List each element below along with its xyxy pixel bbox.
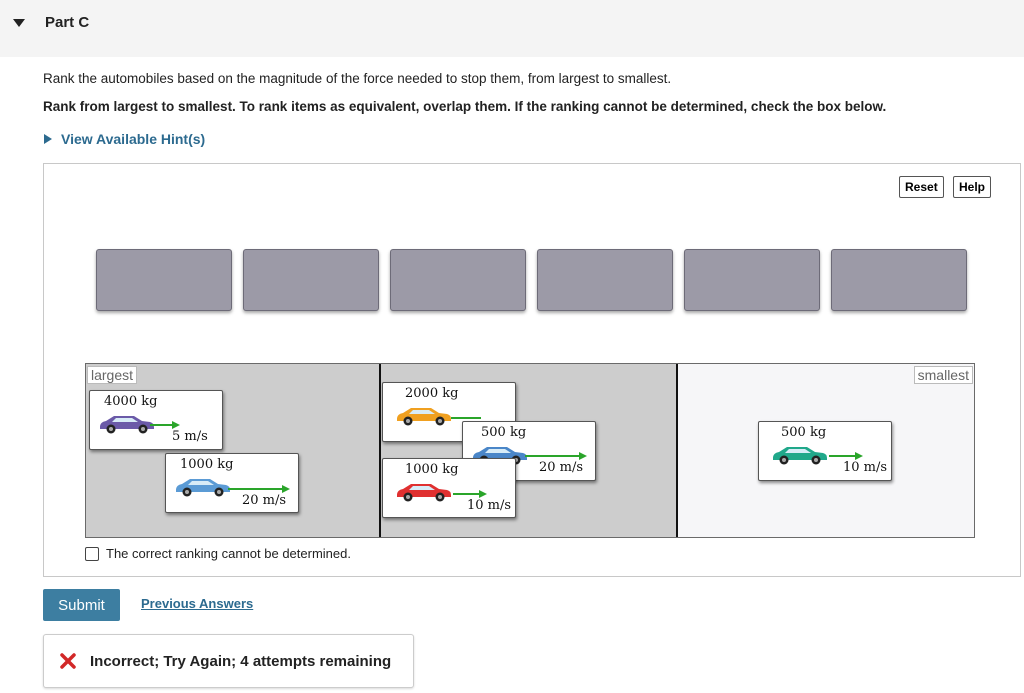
car-icon xyxy=(397,408,451,426)
velocity-arrow-icon xyxy=(453,490,487,498)
view-hints-link[interactable]: View Available Hint(s) xyxy=(43,131,205,147)
car-speed: 20 m/s xyxy=(242,493,287,508)
reset-button[interactable]: Reset xyxy=(899,176,944,198)
car-mass: 1000 kg xyxy=(180,457,234,472)
empty-slot[interactable] xyxy=(537,249,673,311)
car-speed: 5 m/s xyxy=(172,429,208,444)
empty-slot[interactable] xyxy=(96,249,232,311)
empty-slot[interactable] xyxy=(684,249,820,311)
instruction-text: Rank from largest to smallest. To rank i… xyxy=(43,99,887,114)
cannot-determine-checkbox[interactable] xyxy=(85,546,99,561)
cannot-determine-label: The correct ranking cannot be determined… xyxy=(106,546,351,561)
car-icon xyxy=(100,416,154,434)
ranking-workspace: Reset Help largest smallest 4000 kg 5 m/… xyxy=(43,163,1021,577)
car-card[interactable]: 4000 kg 5 m/s xyxy=(89,390,223,450)
previous-answers-link[interactable]: Previous Answers xyxy=(141,596,253,611)
velocity-arrow-icon xyxy=(525,452,587,460)
car-card[interactable]: 1000 kg 10 m/s xyxy=(382,458,516,518)
empty-slot[interactable] xyxy=(390,249,526,311)
car-speed: 10 m/s xyxy=(843,460,888,475)
smallest-label: smallest xyxy=(913,366,973,384)
car-speed: 10 m/s xyxy=(467,498,512,513)
car-mass: 4000 kg xyxy=(104,394,158,409)
car-icon xyxy=(176,479,230,497)
velocity-arrow-icon xyxy=(829,452,863,460)
car-icon xyxy=(397,484,451,502)
question-text: Rank the automobiles based on the magnit… xyxy=(43,71,672,86)
car-mass: 500 kg xyxy=(781,425,827,440)
empty-slot[interactable] xyxy=(831,249,967,311)
x-icon xyxy=(60,653,76,669)
feedback-text: Incorrect; Try Again; 4 attempts remaini… xyxy=(90,652,392,670)
cannot-determine-row: The correct ranking cannot be determined… xyxy=(85,546,351,561)
expand-triangle-icon xyxy=(44,134,52,144)
velocity-arrow-icon xyxy=(228,485,290,493)
car-mass: 500 kg xyxy=(481,425,527,440)
car-card[interactable]: 1000 kg 20 m/s xyxy=(165,453,299,513)
car-mass: 2000 kg xyxy=(405,386,459,401)
collapse-triangle-icon[interactable] xyxy=(12,16,26,30)
car-mass: 1000 kg xyxy=(405,462,459,477)
ranking-area: largest smallest 4000 kg 5 m/s 1000 kg 2… xyxy=(85,363,975,538)
car-icon xyxy=(773,447,827,465)
velocity-arrow-icon xyxy=(150,421,180,429)
feedback-box: Incorrect; Try Again; 4 attempts remaini… xyxy=(43,634,414,688)
submit-button[interactable]: Submit xyxy=(43,589,120,621)
car-speed: 20 m/s xyxy=(539,460,584,475)
largest-label: largest xyxy=(87,366,138,384)
part-title: Part C xyxy=(45,14,90,31)
help-button[interactable]: Help xyxy=(953,176,992,198)
car-card[interactable]: 500 kg 10 m/s xyxy=(758,421,892,481)
part-header: Part C xyxy=(0,0,1024,57)
view-hints-label: View Available Hint(s) xyxy=(61,131,206,147)
empty-slot[interactable] xyxy=(243,249,379,311)
